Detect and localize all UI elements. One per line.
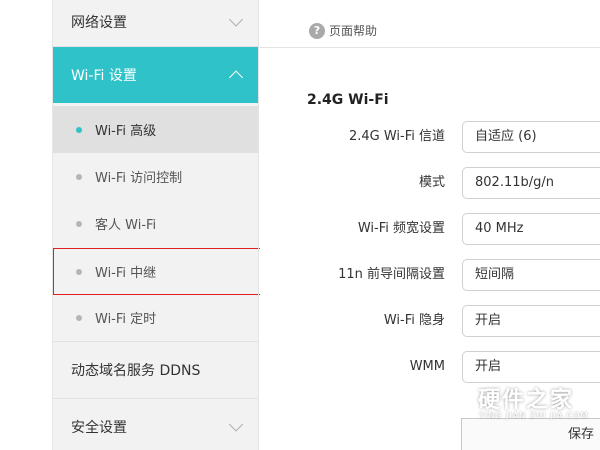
sidebar-item-label: 安全设置 <box>71 420 127 436</box>
bullet-icon <box>76 220 82 227</box>
sidebar: 网络设置 Wi-Fi 设置 Wi-Fi 高级 Wi-Fi 访问控制 客人 Wi-… <box>53 0 272 450</box>
field-label: Wi-Fi 频宽设置 <box>357 221 445 236</box>
sidebar-subitem-wifi-repeater[interactable]: Wi-Fi 中继 <box>53 248 272 295</box>
help-label: 页面帮助 <box>329 24 378 38</box>
sidebar-subitem-wifi-access-control[interactable]: Wi-Fi 访问控制 <box>53 153 259 200</box>
sidebar-item-label: 网络设置 <box>71 15 127 31</box>
form-row-hide-ssid: Wi-Fi 隐身 开启 <box>260 305 600 337</box>
sidebar-subitem-label: 客人 Wi-Fi <box>95 218 157 233</box>
chevron-down-icon <box>228 12 244 27</box>
guard-interval-select[interactable]: 短间隔 <box>462 259 600 291</box>
left-margin <box>0 0 53 450</box>
watermark-subtitle: YING JIAN ZHI JIA.COM <box>479 411 589 420</box>
sidebar-subitem-label: Wi-Fi 定时 <box>95 312 157 327</box>
sidebar-subitem-label: Wi-Fi 访问控制 <box>95 171 183 186</box>
sidebar-border <box>258 0 259 450</box>
watermark-title: 硬件之家 <box>478 388 575 413</box>
router-admin-page: 网络设置 Wi-Fi 设置 Wi-Fi 高级 Wi-Fi 访问控制 客人 Wi-… <box>0 0 600 450</box>
sidebar-item-network-settings[interactable]: 网络设置 <box>53 0 259 50</box>
help-question-icon: ? <box>309 22 325 39</box>
sidebar-subitem-guest-wifi[interactable]: 客人 Wi-Fi <box>53 200 259 247</box>
form-row-bandwidth: Wi-Fi 频宽设置 40 MHz <box>260 213 600 245</box>
bullet-icon <box>76 268 82 275</box>
sidebar-item-ddns[interactable]: 动态域名服务 DDNS <box>53 342 259 398</box>
help-link[interactable]: ? 页面帮助 <box>309 22 377 39</box>
field-label: Wi-Fi 隐身 <box>383 313 445 328</box>
chevron-down-icon <box>228 417 244 432</box>
bandwidth-select[interactable]: 40 MHz <box>462 213 600 245</box>
sidebar-subitem-label: Wi-Fi 高级 <box>95 124 157 139</box>
sidebar-item-label: 动态域名服务 DDNS <box>71 363 201 379</box>
bullet-icon <box>76 314 82 321</box>
sidebar-subitem-wifi-schedule[interactable]: Wi-Fi 定时 <box>53 294 259 341</box>
field-label: 模式 <box>418 175 445 190</box>
field-label: 11n 前导间隔设置 <box>338 267 445 282</box>
sidebar-subitem-wifi-advanced[interactable]: Wi-Fi 高级 <box>53 106 259 153</box>
mode-select[interactable]: 802.11b/g/n <box>462 167 600 199</box>
form-row-channel: 2.4G Wi-Fi 信道 自适应 (6) <box>260 121 600 153</box>
form-row-guard-interval: 11n 前导间隔设置 短间隔 <box>260 259 600 291</box>
bullet-icon <box>76 126 82 133</box>
section-title: 2.4G Wi-Fi <box>307 92 389 108</box>
sidebar-item-label: Wi-Fi 设置 <box>71 68 137 84</box>
hexagon-logo-icon <box>433 378 471 422</box>
chevron-up-icon <box>228 70 244 85</box>
channel-select[interactable]: 自适应 (6) <box>462 121 600 153</box>
form-row-mode: 模式 802.11b/g/n <box>260 167 600 199</box>
sidebar-item-wifi-settings[interactable]: Wi-Fi 设置 <box>53 47 259 103</box>
sidebar-item-security-settings[interactable]: 安全设置 <box>53 399 259 450</box>
field-label: 2.4G Wi-Fi 信道 <box>348 129 445 144</box>
sidebar-subitem-label: Wi-Fi 中继 <box>95 266 157 281</box>
top-bar: ? 页面帮助 <box>260 0 600 48</box>
hide-ssid-select[interactable]: 开启 <box>462 305 600 337</box>
bullet-icon <box>76 173 82 180</box>
watermark-logo: 硬件之家 YING JIAN ZHI JIA.COM <box>432 378 600 428</box>
